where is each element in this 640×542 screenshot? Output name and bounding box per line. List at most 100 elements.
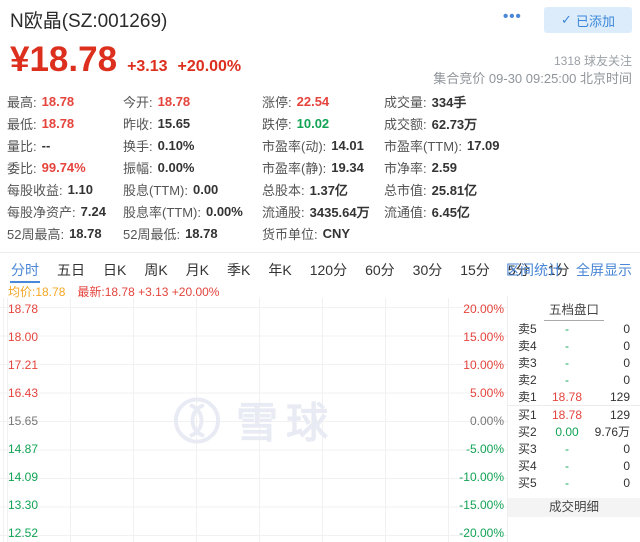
fullscreen-link[interactable]: 全屏显示 [576, 260, 632, 280]
price-block: ¥18.78 +3.13 +20.00% [10, 40, 241, 80]
stat-value: 17.09 [467, 138, 500, 153]
order-level-label: 卖5 [508, 320, 550, 337]
stat-value: 6.45亿 [432, 202, 470, 221]
stat-value: 3435.64万 [310, 202, 370, 221]
order-level-price: - [550, 356, 584, 370]
stat-value: 99.74% [42, 160, 86, 175]
stat-value: 22.54 [297, 94, 330, 109]
order-level-price: - [550, 339, 584, 353]
followers-count: 1318 球友关注 [554, 52, 632, 69]
session-timestamp: 集合竞价 09-30 09:25:00 北京时间 [433, 68, 632, 87]
price-change-percent: +20.00% [178, 58, 242, 76]
price-axis: 18.7818.0017.2116.4315.6514.8714.0913.30… [8, 302, 38, 540]
stat-value: 1.37亿 [310, 180, 348, 199]
order-level-label: 卖4 [508, 337, 550, 354]
order-level-label: 卖2 [508, 371, 550, 388]
order-book-row: 卖3-0 [508, 354, 640, 371]
chart-period-tab[interactable]: 季K [226, 253, 251, 283]
order-book-row: 买5-0 [508, 474, 640, 491]
stat-label: 委比: [7, 158, 37, 177]
intraday-chart-plot[interactable]: 18.7818.0017.2116.4315.6514.8714.0913.30… [0, 298, 508, 542]
stat-label: 最低: [7, 114, 37, 133]
stat-item: 换手:0.10% [123, 134, 243, 156]
stat-item: 货币单位: CNY [262, 222, 370, 244]
stat-item: 52周最低:18.78 [123, 222, 243, 244]
chart-period-tab[interactable]: 120分 [309, 253, 348, 283]
chart-period-tab[interactable]: 五日 [56, 253, 86, 283]
stat-value: 14.01 [331, 138, 364, 153]
stat-label: 涨停: [262, 92, 292, 111]
chart-period-tab[interactable]: 月K [185, 253, 210, 283]
stat-value: 18.78 [69, 226, 102, 241]
stat-value: 0.00% [158, 160, 195, 175]
price-axis-tick: 12.52 [8, 526, 38, 540]
stat-label: 跌停: [262, 114, 292, 133]
stat-item: 最低:18.78 [7, 112, 106, 134]
chart-period-tab[interactable]: 15分 [459, 253, 491, 283]
stat-label: 总股本: [262, 180, 305, 199]
xueqiu-logo-icon [172, 395, 222, 445]
order-book-title[interactable]: 五档盘口 [544, 296, 604, 321]
order-book-row: 买3-0 [508, 440, 640, 457]
trade-detail-toggle[interactable]: 成交明细 [508, 498, 640, 517]
price-axis-tick: 15.65 [8, 414, 38, 428]
added-button-label: 已添加 [576, 11, 615, 30]
stat-value: 0.10% [158, 138, 195, 153]
chart-period-tab[interactable]: 30分 [412, 253, 444, 283]
percent-axis-tick: 20.00% [463, 302, 504, 316]
chart-period-tab[interactable]: 周K [143, 253, 168, 283]
price-axis-tick: 18.78 [8, 302, 38, 316]
range-statistics-link[interactable]: 区间统计 [506, 260, 562, 280]
chart-period-tab[interactable]: 日K [102, 253, 127, 283]
price-axis-tick: 18.00 [8, 330, 38, 344]
order-level-volume: 0 [584, 339, 640, 353]
stat-value: 0.00% [206, 204, 243, 219]
watchlist-added-button[interactable]: ✓ 已添加 [544, 7, 632, 33]
stat-value: 2.59 [432, 160, 457, 175]
order-book-header: 五档盘口 [508, 296, 640, 318]
stat-label: 市盈率(动): [262, 136, 326, 155]
stat-label: 昨收: [123, 114, 153, 133]
stat-item: 每股收益:1.10 [7, 178, 106, 200]
order-level-price: 18.78 [550, 408, 584, 422]
stat-value: 19.34 [331, 160, 364, 175]
chart-period-tabbar: 分时五日日K周K月K季K年K120分60分30分15分5分1分 区间统计 全屏显… [0, 252, 640, 283]
stat-label: 流通股: [262, 202, 305, 221]
order-level-label: 买1 [508, 406, 550, 423]
order-level-volume: 0 [584, 442, 640, 456]
chart-tool-links: 区间统计 全屏显示 [506, 260, 632, 280]
order-book-row: 卖4-0 [508, 337, 640, 354]
stat-label: 52周最低: [123, 224, 180, 243]
stat-label: 今开: [123, 92, 153, 111]
order-level-price: - [550, 373, 584, 387]
price-axis-tick: 16.43 [8, 386, 38, 400]
stat-value: CNY [323, 226, 350, 241]
percent-axis-tick: 5.00% [470, 386, 504, 400]
chart-period-tab[interactable]: 分时 [10, 253, 40, 283]
stat-label: 每股净资产: [7, 202, 76, 221]
order-level-volume: 9.76万 [584, 423, 640, 440]
percent-axis-tick: 15.00% [463, 330, 504, 344]
stat-label: 市净率: [384, 158, 427, 177]
stock-title: N欧晶(SZ:001269) [10, 6, 167, 33]
stat-label: 每股收益: [7, 180, 63, 199]
stat-label: 股息率(TTM): [123, 202, 201, 221]
stat-label: 市盈率(静): [262, 158, 326, 177]
chart-period-tab[interactable]: 年K [267, 253, 292, 283]
stat-item: 市盈率(静): 19.34 [262, 156, 370, 178]
order-level-price: - [550, 459, 584, 473]
stat-label: 振幅: [123, 158, 153, 177]
stat-label: 成交量: [384, 92, 427, 111]
stat-item: 总市值:25.81亿 [384, 178, 500, 200]
stat-value: 18.78 [42, 94, 75, 109]
stat-label: 货币单位: [262, 224, 318, 243]
more-menu-icon[interactable]: ••• [503, 8, 522, 25]
percent-axis-tick: 10.00% [463, 358, 504, 372]
stat-item: 市盈率(动): 14.01 [262, 134, 370, 156]
percent-axis-tick: -15.00% [459, 498, 504, 512]
stat-label: 股息(TTM): [123, 180, 188, 199]
chart-period-tabs: 分时五日日K周K月K季K年K120分60分30分15分5分1分 [0, 253, 570, 283]
stat-item: 今开:18.78 [123, 90, 243, 112]
chart-period-tab[interactable]: 60分 [364, 253, 396, 283]
percent-axis: 20.00%15.00%10.00%5.00%0.00%-5.00%-10.00… [459, 302, 504, 540]
